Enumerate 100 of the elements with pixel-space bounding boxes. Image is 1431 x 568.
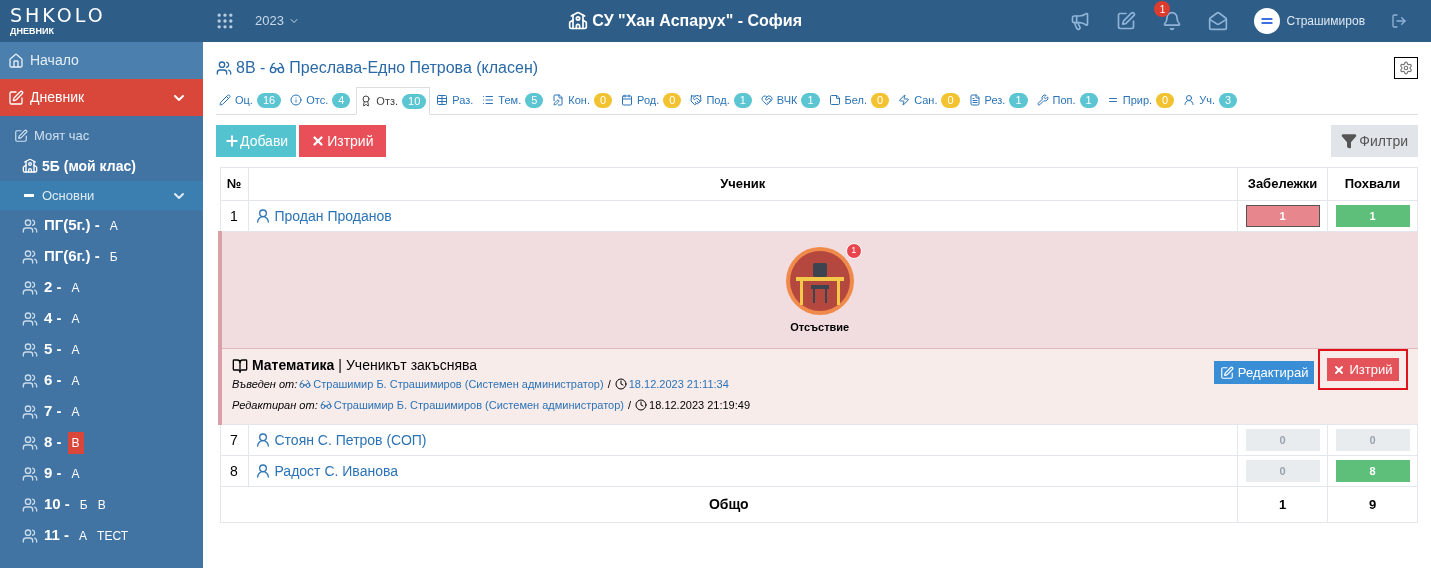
edit-button[interactable]: Редактирай (1213, 361, 1315, 384)
clock-icon (614, 378, 627, 391)
tab[interactable]: Прир. 0 (1103, 86, 1178, 114)
author-link[interactable]: Страшимир Б. Страшимиров (Системен администратор) (313, 376, 604, 393)
count-badge: 0 (1156, 92, 1175, 108)
count-badge: 1 (733, 92, 752, 108)
count-badge: 0 (663, 92, 682, 108)
tab[interactable]: Род. 0 (618, 86, 685, 114)
logout-icon[interactable] (1391, 13, 1407, 29)
clock-icon (635, 398, 648, 411)
tab[interactable]: Тем. 5 (479, 86, 547, 114)
group-icon (22, 465, 38, 482)
section-link[interactable]: А (105, 214, 122, 237)
tab[interactable]: Под. 1 (687, 86, 755, 114)
tab-icon (482, 94, 495, 106)
sidebar-item[interactable]: 5Б (мой клас) (0, 151, 203, 181)
close-icon (311, 134, 326, 148)
student-icon (254, 463, 271, 479)
author-link[interactable]: Страшимир Б. Страшимиров (Системен администратор) (333, 396, 625, 413)
tab[interactable]: Сан. 0 (895, 86, 963, 114)
school-title: СУ "Хан Аспарух" - София (592, 11, 803, 31)
count-badge: 5 (525, 92, 544, 108)
tab[interactable]: Уч. 3 (1180, 86, 1241, 114)
section-link[interactable]: Б (105, 245, 122, 268)
group-icon (22, 403, 38, 420)
tab-icon (760, 94, 773, 106)
glasses-icon (299, 378, 312, 391)
sidebar-item[interactable]: Моят час (0, 121, 203, 151)
class-label: ПГ(5г.) - (44, 215, 100, 236)
delete-button[interactable]: Изтрий (299, 125, 386, 157)
tab-icon (219, 94, 231, 106)
edit-icon[interactable] (1116, 11, 1137, 31)
student-link[interactable]: Продан Проданов (274, 205, 392, 227)
section-link[interactable]: ТЕСТ (93, 524, 132, 547)
delete-button[interactable]: Изтрий (1327, 358, 1399, 381)
sidebar-group[interactable]: Основни (0, 181, 203, 210)
total-cell: 9 (1327, 486, 1418, 523)
class-label: 9 - (44, 463, 62, 484)
filter-button[interactable]: Филтри (1331, 125, 1418, 157)
separator: / (628, 397, 632, 413)
section-link[interactable]: А (67, 369, 84, 392)
user-name[interactable]: Страшимиров (1286, 12, 1365, 30)
envelope-icon[interactable] (1208, 11, 1229, 31)
book-icon (232, 357, 248, 374)
avatar[interactable] (1254, 8, 1281, 34)
section-link[interactable]: В (93, 493, 110, 516)
timestamp: 18.12.2023 21:19:49 (649, 397, 751, 413)
sidebar-item[interactable]: Дневник (0, 79, 203, 116)
minus-icon (24, 194, 34, 197)
student-link[interactable]: Стоян С. Петров (СОП) (274, 429, 427, 451)
class-label: 10 - (44, 494, 70, 515)
filter-icon (1341, 133, 1358, 149)
tab[interactable]: Раз. (433, 86, 477, 114)
tab[interactable]: Бел. 0 (825, 86, 893, 114)
tab[interactable]: ВЧК 1 (757, 86, 823, 114)
tab-icon (1036, 94, 1049, 106)
class-label: 8 - (44, 432, 62, 453)
class-label: 2 - (44, 277, 62, 298)
section-link[interactable]: А (67, 338, 84, 361)
section-link[interactable]: В (67, 431, 84, 454)
megaphone-icon[interactable] (1070, 11, 1091, 31)
column-header: Ученик (248, 167, 1238, 201)
tab[interactable]: Отс. 4 (287, 86, 354, 114)
tab[interactable]: Оц. 16 (216, 86, 285, 114)
section-link[interactable]: А (75, 524, 92, 547)
group-icon (22, 341, 38, 358)
tab[interactable]: Рез. 1 (965, 86, 1031, 114)
count-badge: 1 (801, 92, 820, 108)
count-badge: 0 (594, 92, 613, 108)
edit-icon (1219, 365, 1234, 380)
logo[interactable]: SHKOLO (10, 6, 205, 25)
settings-button[interactable] (1394, 57, 1418, 79)
bell-icon[interactable] (1162, 11, 1183, 31)
column-header: Забележки (1237, 167, 1328, 201)
row-number: 7 (220, 424, 248, 456)
home-icon (8, 52, 24, 69)
row-number: 1 (220, 200, 248, 232)
separator: / (607, 377, 611, 392)
remark-text: Ученикът закъснява (345, 356, 478, 375)
absence-label: Отсъствие (790, 319, 850, 335)
section-link[interactable]: А (67, 400, 84, 423)
year-dropdown[interactable]: 2023 (255, 11, 300, 31)
student-icon (254, 208, 271, 224)
apps-grid-icon[interactable] (215, 11, 235, 31)
section-link[interactable]: А (67, 276, 84, 299)
tab[interactable]: Кон. 0 (549, 86, 616, 114)
meta-label: Редактиран от: (232, 397, 318, 413)
timestamp[interactable]: 18.12.2023 21:11:34 (628, 376, 729, 393)
group-icon (22, 496, 38, 513)
count-box: 0 (1245, 429, 1320, 451)
tab[interactable]: Отз. 10 (356, 87, 431, 115)
section-link[interactable]: А (67, 462, 84, 485)
tab-icon (436, 94, 449, 106)
student-link[interactable]: Радост С. Иванова (274, 460, 399, 482)
sidebar-item[interactable]: Начало (0, 42, 203, 79)
teacher-name[interactable]: Преслава-Едно Петрова (класен) (289, 56, 539, 80)
section-link[interactable]: А (67, 307, 84, 330)
count-badge: 10 (402, 93, 427, 109)
tab[interactable]: Поп. 1 (1033, 86, 1101, 114)
section-link[interactable]: Б (75, 493, 92, 516)
